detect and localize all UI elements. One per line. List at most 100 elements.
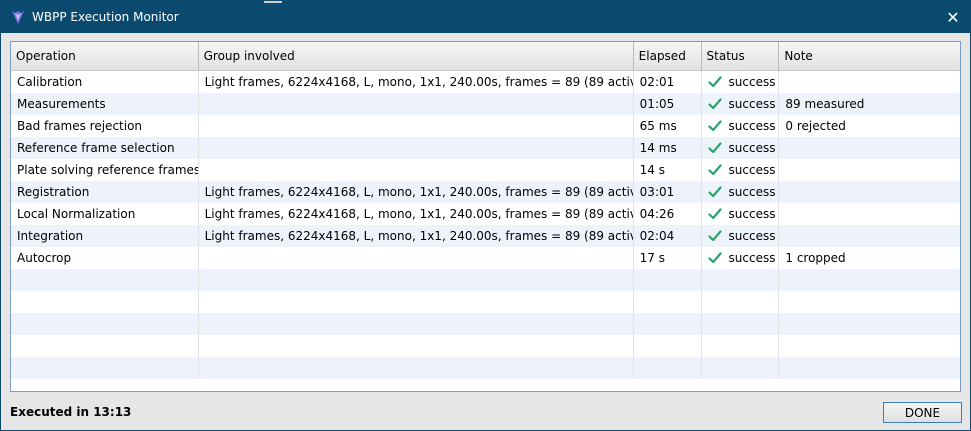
- checkmark-icon: [707, 185, 722, 199]
- elapsed-cell: 65 ms: [634, 115, 702, 137]
- status-cell: success: [702, 115, 780, 137]
- group-cell: [199, 159, 634, 181]
- empty-cell: [702, 291, 780, 313]
- note-cell: [779, 181, 960, 203]
- status-cell: success: [702, 181, 780, 203]
- status-label: success: [728, 141, 776, 155]
- operation-cell: Calibration: [11, 71, 199, 93]
- note-cell: [779, 225, 960, 247]
- empty-cell: [779, 335, 960, 357]
- table-row[interactable]: Bad frames rejection 65 ms success 0 reject…: [11, 115, 960, 137]
- group-cell: [199, 93, 634, 115]
- status-label: success: [728, 97, 776, 111]
- status-label: success: [728, 207, 776, 221]
- checkmark-icon: [707, 251, 722, 265]
- note-cell: 89 measured: [785, 97, 865, 111]
- wbpp-execution-monitor-window: WBPP Execution Monitor ✕ Operation Group…: [0, 0, 971, 431]
- empty-cell: [634, 335, 702, 357]
- table-row[interactable]: Integration Light frames, 6224x4168, L, m…: [11, 225, 960, 247]
- status-label: success: [728, 163, 776, 177]
- elapsed-cell: 04:26: [634, 203, 702, 225]
- table-row[interactable]: Local Normalization Light frames, 6224x41…: [11, 203, 960, 225]
- column-header-operation[interactable]: Operation: [11, 42, 199, 70]
- note-cell: [779, 203, 960, 225]
- status-label: success: [728, 119, 776, 133]
- group-cell: [199, 247, 634, 269]
- table-body: Calibration Light frames, 6224x4168, L, m…: [11, 71, 960, 379]
- checkmark-icon: [707, 163, 722, 177]
- column-header-elapsed[interactable]: Elapsed: [634, 42, 702, 70]
- status-label: success: [728, 229, 776, 243]
- status-cell: success: [702, 93, 780, 115]
- column-header-status[interactable]: Status: [702, 42, 780, 70]
- status-cell: success: [702, 71, 780, 93]
- operation-cell: Integration: [11, 225, 199, 247]
- checkmark-icon: [707, 229, 722, 243]
- execution-table: Operation Group involved Elapsed Status …: [10, 41, 961, 392]
- group-cell: Light frames, 6224x4168, L, mono, 1x1, 2…: [199, 203, 634, 225]
- empty-cell: [634, 357, 702, 379]
- group-cell: Light frames, 6224x4168, L, mono, 1x1, 2…: [199, 225, 634, 247]
- empty-row: [11, 357, 960, 379]
- operation-cell: Bad frames rejection: [11, 115, 199, 137]
- group-cell: [199, 115, 634, 137]
- note-cell: 0 rejected: [785, 119, 846, 133]
- elapsed-cell: 02:04: [634, 225, 702, 247]
- note-cell: [779, 159, 960, 181]
- empty-cell: [199, 313, 634, 335]
- checkmark-icon: [707, 75, 722, 89]
- title-bar[interactable]: WBPP Execution Monitor ✕: [1, 1, 970, 33]
- empty-cell: [199, 291, 634, 313]
- empty-cell: [779, 313, 960, 335]
- status-cell: success: [702, 247, 780, 269]
- empty-cell: [199, 269, 634, 291]
- table-row[interactable]: Autocrop 17 s success 1 cropped: [11, 247, 960, 269]
- empty-cell: [634, 313, 702, 335]
- elapsed-cell: 14 ms: [634, 137, 702, 159]
- empty-row: [11, 269, 960, 291]
- status-cell: success: [702, 159, 780, 181]
- titlebar-accent: [264, 1, 282, 3]
- empty-cell: [779, 357, 960, 379]
- table-row[interactable]: Reference frame selection 14 ms success: [11, 137, 960, 159]
- table-row[interactable]: Measurements 01:05 success 89 measured: [11, 93, 960, 115]
- operation-cell: Local Normalization: [11, 203, 199, 225]
- table-row[interactable]: Registration Light frames, 6224x4168, L, …: [11, 181, 960, 203]
- empty-row: [11, 291, 960, 313]
- checkmark-icon: [707, 141, 722, 155]
- column-header-group[interactable]: Group involved: [199, 42, 634, 70]
- window-title: WBPP Execution Monitor: [32, 10, 179, 24]
- table-row[interactable]: Plate solving reference frames 14 s succes…: [11, 159, 960, 181]
- empty-cell: [779, 291, 960, 313]
- empty-cell: [702, 269, 780, 291]
- empty-cell: [199, 357, 634, 379]
- status-cell: success: [702, 225, 780, 247]
- execution-summary: Executed in 13:13: [10, 405, 132, 419]
- column-header-note[interactable]: Note: [779, 42, 960, 70]
- status-label: success: [728, 75, 776, 89]
- empty-row: [11, 313, 960, 335]
- group-cell: Light frames, 6224x4168, L, mono, 1x1, 2…: [199, 181, 634, 203]
- empty-cell: [702, 313, 780, 335]
- status-cell: success: [702, 203, 780, 225]
- checkmark-icon: [707, 97, 722, 111]
- note-cell: 1 cropped: [785, 251, 846, 265]
- status-cell: success: [702, 137, 780, 159]
- close-icon[interactable]: ✕: [936, 1, 970, 33]
- empty-cell: [702, 357, 780, 379]
- empty-cell: [11, 313, 199, 335]
- wbpp-app-icon: [10, 9, 26, 25]
- empty-cell: [11, 335, 199, 357]
- elapsed-cell: 02:01: [634, 71, 702, 93]
- done-button[interactable]: DONE: [883, 402, 962, 423]
- table-header: Operation Group involved Elapsed Status …: [11, 42, 960, 71]
- operation-cell: Registration: [11, 181, 199, 203]
- empty-cell: [11, 357, 199, 379]
- table-row[interactable]: Calibration Light frames, 6224x4168, L, m…: [11, 71, 960, 93]
- operation-cell: Reference frame selection: [11, 137, 199, 159]
- elapsed-cell: 14 s: [634, 159, 702, 181]
- empty-cell: [11, 269, 199, 291]
- elapsed-cell: 01:05: [634, 93, 702, 115]
- empty-cell: [702, 335, 780, 357]
- empty-cell: [199, 335, 634, 357]
